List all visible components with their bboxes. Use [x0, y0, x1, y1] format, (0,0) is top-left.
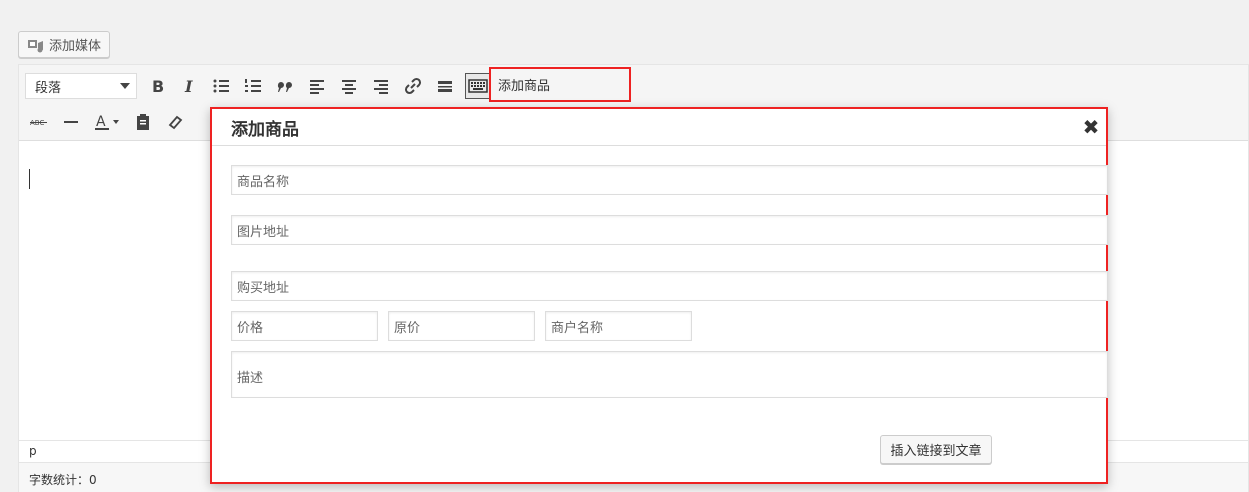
- merchant-name-placeholder: 商户名称: [551, 320, 604, 336]
- bulleted-list-button[interactable]: [205, 71, 237, 101]
- price-placeholder: 价格: [237, 320, 264, 336]
- add-product-label: 添加商品: [498, 79, 551, 94]
- clear-formatting-button[interactable]: [159, 107, 191, 137]
- keyboard-icon: [468, 79, 488, 93]
- original-price-placeholder: 原价: [394, 320, 421, 336]
- strikethrough-icon: ABC: [30, 119, 47, 127]
- chevron-down-icon: [120, 83, 130, 89]
- original-price-input[interactable]: 原价: [388, 311, 535, 341]
- buy-url-input[interactable]: 购买地址: [231, 271, 1108, 301]
- price-input[interactable]: 价格: [231, 311, 378, 341]
- bold-icon: B: [152, 77, 164, 96]
- horizontal-line-icon: [64, 121, 78, 123]
- svg-text:I: I: [184, 77, 193, 96]
- product-name-input[interactable]: 商品名称: [231, 165, 1108, 195]
- align-right-button[interactable]: [365, 71, 397, 101]
- bulleted-list-icon: [213, 79, 229, 93]
- description-textarea[interactable]: 描述: [231, 351, 1108, 398]
- text-color-button[interactable]: A: [87, 107, 127, 137]
- insert-link-button[interactable]: [397, 71, 429, 101]
- italic-button[interactable]: I: [173, 71, 205, 101]
- word-count: 字数统计：0: [29, 473, 97, 487]
- strikethrough-button[interactable]: ABC: [23, 107, 55, 137]
- link-icon: [404, 77, 422, 95]
- svg-text:B: B: [152, 77, 164, 96]
- image-url-input[interactable]: 图片地址: [231, 215, 1108, 245]
- merchant-name-input[interactable]: 商户名称: [545, 311, 692, 341]
- add-product-dialog: 添加商品 ✖ 商品名称 图片地址 购买地址 价格 原价 商户名称 描述 插入链接…: [210, 107, 1108, 484]
- format-select-value: 段落: [35, 80, 62, 96]
- toolbar-toggle-button[interactable]: [465, 73, 491, 99]
- eraser-icon: [168, 115, 183, 130]
- align-center-icon: [342, 80, 356, 94]
- quote-icon: [277, 82, 292, 92]
- buy-url-placeholder: 购买地址: [237, 280, 290, 296]
- image-url-placeholder: 图片地址: [237, 224, 290, 240]
- numbered-list-button[interactable]: [237, 71, 269, 101]
- dialog-header: 添加商品 ✖: [212, 109, 1106, 146]
- element-path[interactable]: p: [29, 444, 37, 458]
- bold-button[interactable]: B: [141, 71, 173, 101]
- svg-text:A: A: [96, 114, 106, 130]
- insert-link-to-post-button[interactable]: 插入链接到文章: [880, 435, 992, 464]
- read-more-icon: [438, 81, 452, 92]
- italic-icon: I: [184, 77, 193, 96]
- dialog-title: 添加商品: [231, 119, 299, 140]
- insert-more-button[interactable]: [429, 71, 461, 101]
- product-name-placeholder: 商品名称: [237, 174, 290, 190]
- clipboard-icon: [137, 114, 149, 130]
- align-right-icon: [374, 80, 388, 94]
- align-left-button[interactable]: [301, 71, 333, 101]
- close-icon[interactable]: ✖: [1082, 115, 1100, 139]
- description-placeholder: 描述: [237, 371, 264, 386]
- add-media-label: 添加媒体: [49, 39, 102, 54]
- text-cursor: [29, 169, 30, 189]
- horizontal-line-button[interactable]: [55, 107, 87, 137]
- align-left-icon: [310, 80, 324, 94]
- blockquote-button[interactable]: [269, 71, 301, 101]
- add-product-toolbar-button[interactable]: 添加商品: [489, 67, 631, 102]
- align-center-button[interactable]: [333, 71, 365, 101]
- text-color-icon: A: [95, 114, 119, 130]
- media-icon: [28, 39, 43, 52]
- numbered-list-icon: [245, 79, 261, 92]
- paste-as-text-button[interactable]: [127, 107, 159, 137]
- add-media-button[interactable]: 添加媒体: [18, 31, 110, 58]
- format-select[interactable]: 段落: [25, 73, 137, 99]
